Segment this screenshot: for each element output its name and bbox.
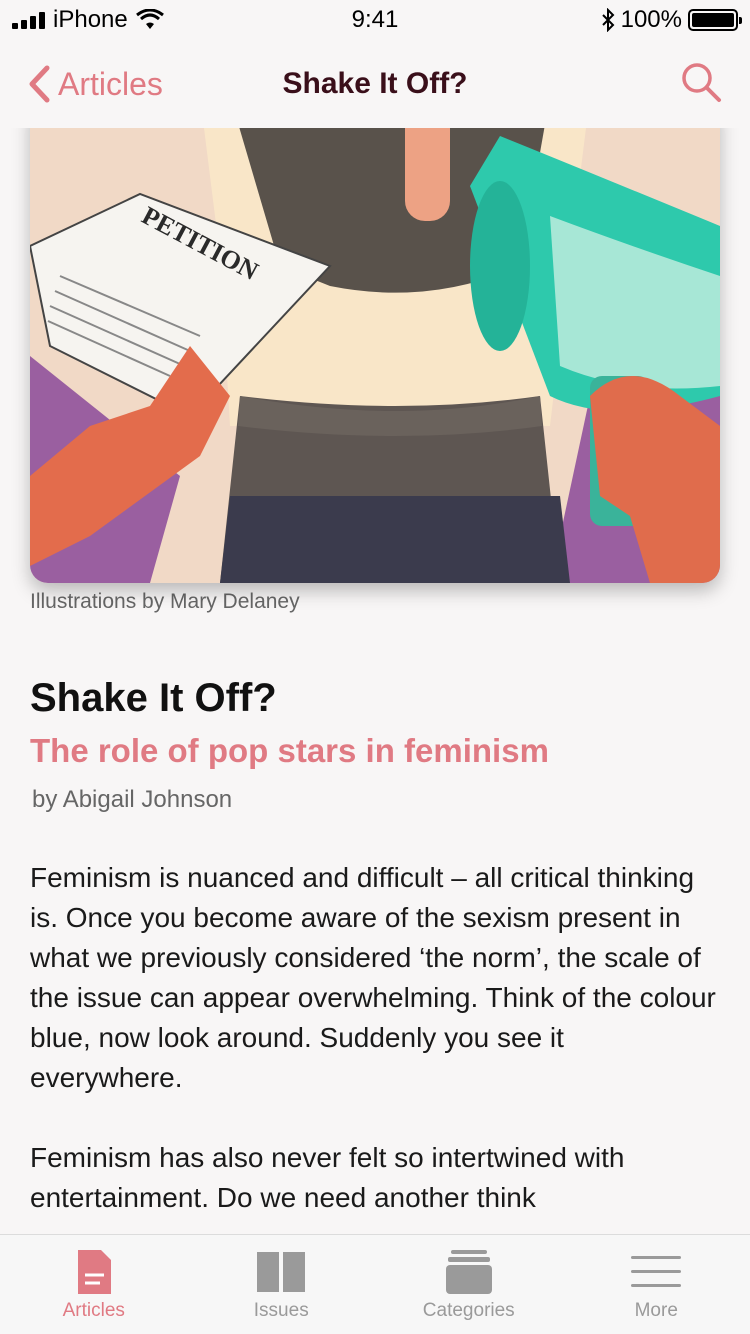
- tab-articles[interactable]: Articles: [14, 1248, 174, 1322]
- tab-label: Issues: [253, 1299, 309, 1321]
- stack-icon: [445, 1249, 492, 1294]
- signal-icon: [12, 11, 45, 29]
- tab-label: Articles: [62, 1299, 125, 1321]
- paragraph: Feminism is nuanced and difficult – all …: [30, 862, 716, 1093]
- back-label: Articles: [58, 65, 163, 102]
- back-button[interactable]: Articles: [28, 65, 163, 103]
- paragraph: Feminism has also never felt so intertwi…: [30, 1142, 625, 1213]
- bluetooth-icon: [601, 8, 615, 32]
- tab-more[interactable]: More: [576, 1248, 736, 1322]
- search-icon: [682, 62, 721, 102]
- battery-icon: [688, 9, 742, 31]
- status-left: iPhone: [12, 6, 164, 34]
- tab-label: More: [634, 1299, 678, 1321]
- tab-label: Categories: [422, 1299, 515, 1321]
- tab-categories[interactable]: Categories: [389, 1248, 549, 1322]
- article-body: Feminism is nuanced and difficult – all …: [30, 858, 720, 1258]
- tab-issues[interactable]: Issues: [201, 1248, 361, 1322]
- status-right: 100%: [601, 6, 742, 34]
- menu-icon: [631, 1255, 682, 1287]
- illustration-image: PETITION: [30, 96, 720, 583]
- document-icon: [77, 1249, 111, 1294]
- battery-percent: 100%: [620, 6, 682, 33]
- carrier-label: iPhone: [53, 6, 128, 33]
- article-subtitle: The role of pop stars in feminism: [30, 732, 549, 769]
- wifi-icon: [135, 9, 164, 29]
- book-icon: [257, 1251, 306, 1292]
- chevron-left-icon: [29, 65, 50, 103]
- illustration-caption: Illustrations by Mary Delaney: [30, 590, 300, 613]
- article-title: Shake It Off?: [30, 676, 277, 720]
- tab-bar: Articles Issues Categories More: [0, 1234, 750, 1334]
- article-byline: by Abigail Johnson: [32, 786, 233, 813]
- search-button[interactable]: [680, 61, 722, 108]
- status-bar: iPhone 9:41 100%: [0, 0, 750, 40]
- navigation-bar: Articles Shake It Off?: [0, 40, 750, 128]
- hero-illustration: PETITION: [30, 96, 720, 583]
